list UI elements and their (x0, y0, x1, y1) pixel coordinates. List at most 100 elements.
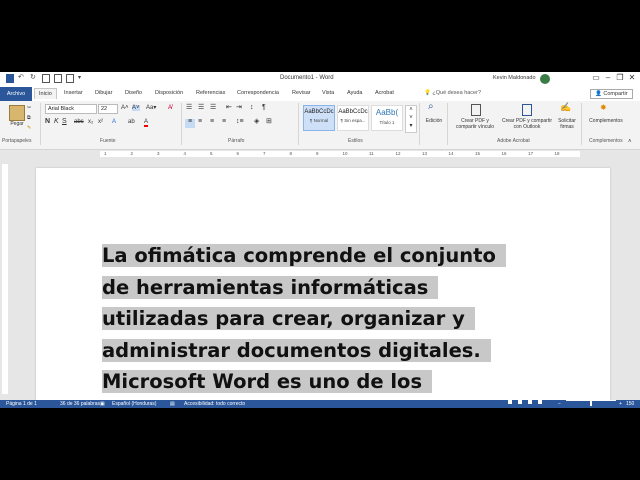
save-icon[interactable] (6, 74, 14, 83)
macro-icon[interactable]: ▤ (170, 400, 175, 408)
text-line-content[interactable]: de herramientas informáticas (102, 275, 439, 299)
tab-correspondencia[interactable]: Correspondencia (237, 90, 279, 96)
grow-font-icon[interactable]: A˄ (121, 105, 129, 111)
request-signatures-icon[interactable]: ✍ (560, 103, 571, 112)
text-line-content[interactable]: La ofimática comprende el conjunto (102, 244, 506, 267)
avatar[interactable] (540, 74, 550, 84)
tab-inicio[interactable]: Inicio (34, 88, 57, 99)
document-body[interactable]: La ofimática comprende el conjunto de he… (102, 240, 506, 398)
italic-icon[interactable]: K (54, 118, 59, 125)
highlight-icon[interactable]: ab (128, 119, 135, 125)
justify-icon[interactable]: ≡ (222, 118, 226, 125)
style-normal[interactable]: AaBbCcDc ¶ Normal (303, 105, 335, 131)
horizontal-ruler[interactable]: 1 2 3 4 5 6 7 8 9 10 11 12 13 14 15 16 17 18 (0, 150, 640, 159)
focus-icon[interactable] (508, 400, 512, 404)
undo-icon[interactable]: ↶ (18, 74, 26, 83)
cut-icon[interactable]: ✂ (27, 105, 31, 111)
print-icon[interactable] (66, 74, 74, 83)
new-icon[interactable] (54, 74, 62, 83)
tab-acrobat[interactable]: Acrobat (375, 90, 394, 96)
text-effects-icon[interactable]: A (112, 119, 116, 125)
bullets-icon[interactable]: ☰ (186, 104, 192, 111)
addins-icon[interactable]: ✸ (600, 104, 607, 112)
tab-ayuda[interactable]: Ayuda (347, 90, 363, 96)
tab-insertar[interactable]: Insertar (64, 90, 83, 96)
font-size-box[interactable]: 22 (98, 104, 118, 114)
customize-qat-icon[interactable]: ▾ (78, 74, 86, 83)
user-name[interactable]: Kevin Maldonado (493, 75, 536, 81)
format-painter-icon[interactable]: ✎ (27, 125, 31, 131)
request-signatures-label[interactable]: Solicitar firmas (554, 118, 580, 130)
editing-label[interactable]: Edición (423, 118, 445, 124)
outlook-pdf-icon[interactable] (522, 104, 532, 116)
close-button[interactable]: ✕ (626, 73, 638, 82)
read-mode-icon[interactable] (518, 400, 522, 404)
strikethrough-icon[interactable]: abc (74, 119, 84, 125)
ribbon-display-icon[interactable]: ▭ (590, 73, 602, 82)
copy-icon[interactable]: ⧉ (27, 115, 31, 121)
style-heading-1[interactable]: AaBb( Título 1 (371, 105, 403, 131)
subscript-icon[interactable]: x₂ (88, 119, 93, 125)
bold-icon[interactable]: N (45, 118, 50, 125)
superscript-icon[interactable]: x² (98, 119, 103, 125)
tab-vista[interactable]: Vista (322, 90, 334, 96)
maximize-button[interactable]: ❐ (614, 73, 626, 82)
paste-icon[interactable] (9, 105, 25, 121)
word-count[interactable]: 36 de 36 palabras (60, 400, 100, 408)
decrease-indent-icon[interactable]: ⇤ (226, 104, 232, 111)
shading-icon[interactable]: ◈ (254, 118, 259, 125)
zoom-slider-thumb[interactable] (590, 400, 592, 406)
pdf-link-icon[interactable] (471, 104, 481, 116)
page-count[interactable]: Página 1 de 1 (6, 400, 37, 408)
redo-icon[interactable]: ↻ (30, 74, 38, 83)
tab-dibujar[interactable]: Dibujar (95, 90, 112, 96)
language[interactable]: Español (Honduras) (112, 400, 156, 408)
text-line-content[interactable]: utilizadas para crear, organizar y (102, 307, 475, 330)
collapse-ribbon-icon[interactable]: ˄ (628, 139, 632, 145)
change-case-icon[interactable]: Aa▾ (146, 105, 156, 111)
numbering-icon[interactable]: ☰ (198, 104, 204, 111)
document-page[interactable]: La ofimática comprende el conjunto de he… (36, 168, 610, 408)
text-line-content[interactable]: Microsoft Word es uno de los (102, 370, 433, 393)
tab-diseno[interactable]: Diseño (125, 90, 142, 96)
window-title: Documento1 - Word (280, 75, 334, 81)
font-name-box[interactable]: Arial Black (45, 104, 97, 114)
align-right-icon[interactable]: ≡ (210, 118, 214, 125)
underline-icon[interactable]: S (62, 118, 67, 125)
addins-label[interactable]: Complementos (584, 118, 628, 124)
tab-revisar[interactable]: Revisar (292, 90, 311, 96)
search-icon[interactable]: ⌕ (428, 102, 434, 112)
create-pdf-outlook-label[interactable]: Crear PDF y compartir con Outlook (499, 118, 555, 130)
paste-label[interactable]: Pegar (6, 121, 28, 127)
zoom-in-icon[interactable]: + (619, 400, 622, 408)
align-left-icon[interactable]: ≡ (185, 118, 195, 128)
shrink-font-icon[interactable]: A˅ (132, 105, 140, 111)
clear-format-icon[interactable]: A̸ (168, 105, 172, 111)
proofing-icon[interactable]: ▣ (100, 400, 105, 408)
align-center-icon[interactable]: ≡ (198, 118, 202, 125)
styles-more-icon[interactable]: ˄ ˅ ▾ (405, 105, 417, 133)
line-spacing-icon[interactable]: ↕≡ (236, 118, 244, 125)
text-line-content[interactable]: administrar documentos digitales. (102, 338, 491, 362)
tab-disposicion[interactable]: Disposición (155, 90, 183, 96)
tab-archivo[interactable]: Archivo (0, 87, 32, 101)
borders-icon[interactable]: ⊞ (266, 118, 272, 125)
zoom-out-icon[interactable]: − (558, 400, 561, 408)
multilevel-list-icon[interactable]: ☰ (210, 104, 216, 111)
increase-indent-icon[interactable]: ⇥ (236, 104, 242, 111)
accessibility-status[interactable]: Accesibilidad: todo correcto (184, 400, 245, 408)
sort-icon[interactable]: ↕ (250, 104, 254, 111)
tab-referencias[interactable]: Referencias (196, 90, 225, 96)
font-color-icon[interactable]: A (144, 119, 149, 127)
zoom-level[interactable]: 150 % (626, 400, 640, 408)
minimize-button[interactable]: – (602, 73, 614, 82)
vertical-ruler[interactable] (2, 164, 8, 394)
tell-me-search[interactable]: 💡 ¿Qué desea hacer? (424, 90, 481, 96)
share-button[interactable]: 👤 Compartir (590, 89, 633, 99)
create-pdf-share-label[interactable]: Crear PDF y compartir vínculo (452, 118, 498, 130)
print-layout-icon[interactable] (528, 400, 532, 404)
web-layout-icon[interactable] (538, 400, 542, 404)
show-marks-icon[interactable]: ¶ (262, 104, 266, 111)
style-no-spacing[interactable]: AaBbCcDc ¶ Sin espa... (337, 105, 369, 131)
open-icon[interactable] (42, 74, 50, 83)
